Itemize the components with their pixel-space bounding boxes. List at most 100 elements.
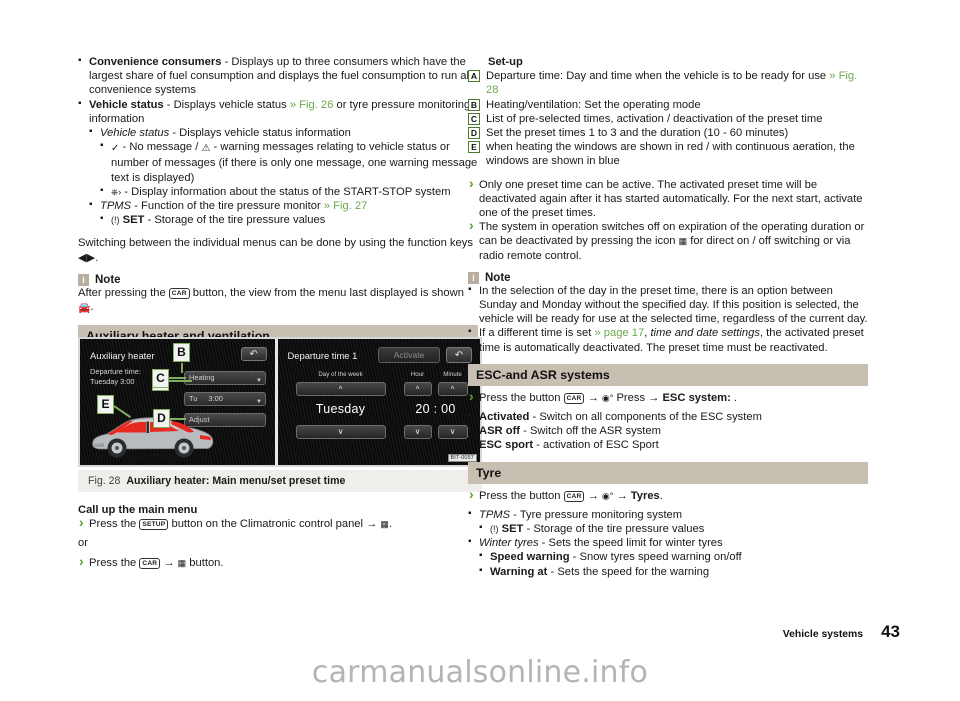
car-button-key[interactable]: CAR (563, 392, 585, 404)
figure-28: Auxiliary heater Departure time: Tuesday… (78, 337, 482, 492)
setup-button-key[interactable]: SETUP (139, 519, 169, 531)
note-italic-label: time and date settings (650, 327, 760, 340)
setup-title: Set-up (488, 56, 523, 68)
setup-item: E when heating the windows are shown in … (468, 140, 868, 168)
minute-up-button[interactable]: ^ (437, 382, 468, 396)
list-item: (!) SET - Storage of the tire pressure v… (100, 212, 478, 227)
action-text-before: Press the (89, 556, 140, 569)
minute-label: Minute (443, 371, 462, 378)
car-icon: 🚘 (78, 303, 91, 315)
bullet-text: - Display information about the status o… (121, 185, 451, 198)
tyre-item-italic: TPMS (479, 508, 511, 521)
action-text-after: button on the Climatronic control panel … (168, 518, 381, 531)
note-text-middle: button, the view from the menu last disp… (189, 286, 464, 299)
cross-reference-link[interactable]: » page 17 (594, 327, 644, 339)
callout-chip-e: E (468, 141, 480, 154)
time-dropdown-time: 3:00 (208, 394, 223, 403)
call-up-block: Call up the main menu Press the SETUP bu… (78, 503, 478, 570)
figure-caption: Fig. 28 Auxiliary heater: Main menu/set p… (78, 470, 482, 492)
action-preset-active: Only one preset time can be active. The … (468, 176, 868, 221)
esc-item-bold: ESC sport (479, 439, 534, 452)
esc-item: ASR off - Switch off the ASR system (468, 423, 868, 438)
info-icon: i (78, 273, 89, 286)
callout-chip-b: B (468, 98, 480, 111)
note-heading: i Note (78, 273, 478, 286)
back-arrow-icon[interactable]: ↶ (240, 347, 267, 361)
chevron-down-icon: ▼ (256, 378, 262, 384)
start-stop-icon: ⎈› (111, 186, 122, 197)
day-down-button[interactable]: ∨ (295, 425, 386, 439)
action-text-end: . (659, 489, 663, 502)
bullet-text: - Displays vehicle status (163, 98, 290, 111)
bullet-italic-label: TPMS (100, 200, 132, 213)
action-text-mid: Press → (613, 391, 663, 404)
tyre-item-bold: Speed warning (490, 551, 570, 564)
tyre-item: Speed warning - Snow tyres speed warning… (479, 549, 868, 564)
note-bullet: If a different time is set » page 17, ti… (468, 325, 868, 354)
esc-item-bold: Activated (479, 411, 530, 424)
note-text-before: After pressing the (78, 286, 169, 299)
tyre-item-text: - Snow tyres speed warning on/off (569, 551, 742, 564)
action-text-before: Press the button (479, 489, 564, 502)
tyre-pressure-icon: (!) (490, 524, 499, 535)
bullet-bold-label: Vehicle status (89, 98, 164, 111)
note-text-end: . (90, 301, 94, 314)
cross-reference-link[interactable]: » Fig. 27 (324, 200, 368, 212)
figure-number: Fig. 28 (88, 475, 121, 487)
cross-reference-link[interactable]: » Fig. 26 (290, 99, 334, 111)
selected-day-value: Tuesday (315, 402, 366, 416)
watermark: carmanualsonline.info (311, 655, 649, 690)
callout-chip-a: A (468, 70, 480, 83)
action-arrow: → (584, 391, 602, 404)
menu-switching-paragraph: Switching between the individual menus c… (78, 236, 478, 264)
call-up-title: Call up the main menu (78, 504, 198, 516)
tyre-item-italic: Winter tyres (479, 537, 539, 550)
right-column: Set-up A Departure time: Day and time wh… (468, 55, 868, 579)
action-system-switch-off: The system in operation switches off on … (468, 218, 868, 263)
hour-up-button[interactable]: ^ (403, 382, 432, 396)
callout-leader-c (168, 377, 186, 379)
action-text-end: button. (186, 556, 224, 569)
tyre-item-text: - Storage of the tire pressure values (523, 523, 705, 536)
hour-down-button[interactable]: ∨ (403, 425, 432, 439)
list-item: Convenience consumers - Displays up to t… (78, 54, 478, 98)
heater-icon: ▦ (177, 557, 187, 568)
heater-icon: ▦ (678, 236, 688, 247)
section-header-tyre: Tyre (468, 461, 868, 484)
day-up-button[interactable]: ^ (295, 382, 386, 396)
screen-title: Auxiliary heater (90, 350, 155, 361)
paragraph-text: Switching between the individual menus c… (78, 237, 473, 250)
setup-item-text: Heating/ventilation: Set the operating m… (486, 98, 701, 111)
action-step-car: Press the CAR → ▦ button. (78, 554, 478, 570)
action-text-end: . (730, 391, 738, 404)
paragraph-end: . (95, 251, 99, 264)
function-keys-icon: ◀▶ (78, 251, 96, 264)
car-button-key[interactable]: CAR (168, 287, 190, 299)
chevron-down-icon: ▼ (256, 399, 262, 405)
note-heading: i Note (468, 271, 868, 284)
setup-item-body: Departure time: Day and time when the ve… (486, 70, 830, 83)
list-item: TPMS - Function of the tire pressure mon… (89, 198, 478, 213)
minute-down-button[interactable]: ∨ (437, 425, 468, 439)
settings-gear-icon: ◉° (601, 392, 614, 403)
mode-dropdown[interactable]: Heating ▼ (184, 371, 266, 385)
time-dropdown[interactable]: Tu 3:00 ▼ (184, 392, 266, 406)
action-tyre-path: Press the button CAR → ◉° → Tyres. (468, 487, 868, 503)
activate-button[interactable]: Activate (378, 347, 440, 363)
setup-item-text: Departure time: Day and time when the ve… (486, 69, 868, 97)
infotainment-screen-main-menu: Auxiliary heater Departure time: Tuesday… (80, 339, 278, 465)
tyre-item-text: - Sets the speed limit for winter tyres (538, 537, 723, 550)
manual-page: Convenience consumers - Displays up to t… (0, 0, 960, 701)
esc-item: Activated - Switch on all components of … (468, 409, 868, 424)
action-bold-label: ESC system: (662, 391, 731, 404)
car-button-key[interactable]: CAR (139, 557, 161, 569)
screen-title: Departure time 1 (287, 350, 358, 361)
bullet-italic-label: Vehicle status (100, 127, 170, 140)
note-body: After pressing the CAR button, the view … (78, 286, 478, 316)
page-footer: Vehicle systems 43 (783, 622, 900, 642)
car-button-key[interactable]: CAR (563, 490, 585, 502)
screen-departure-label: Departure time: (90, 367, 141, 376)
list-item: ⎈› - Display information about the statu… (100, 184, 478, 199)
note-bullet: In the selection of the day in the prese… (468, 283, 868, 327)
figure-image: Auxiliary heater Departure time: Tuesday… (78, 337, 482, 467)
